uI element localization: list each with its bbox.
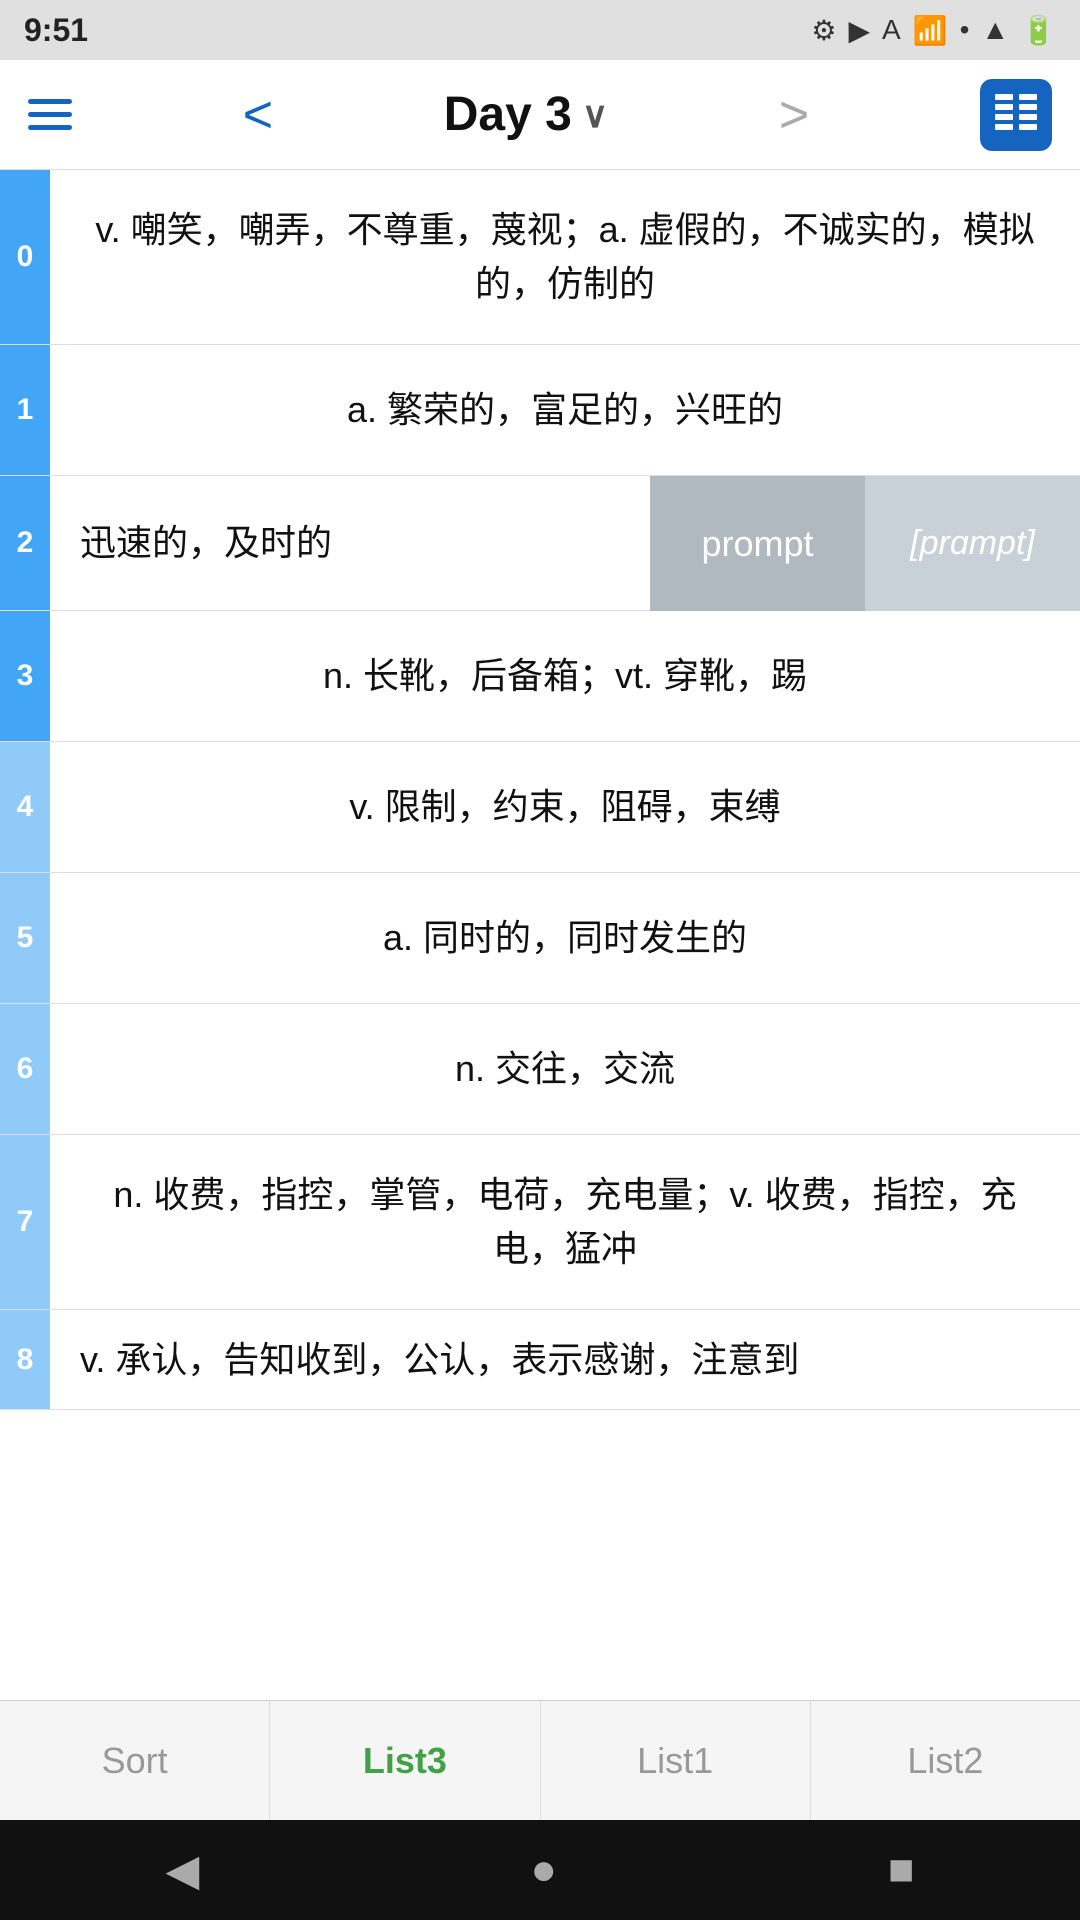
grid-view-button[interactable] bbox=[980, 79, 1052, 151]
word-row[interactable]: 2 迅速的，及时的 prompt [prɑmpt] bbox=[0, 476, 1080, 611]
popup-word-text: prompt bbox=[650, 476, 865, 611]
word-index-0: 0 bbox=[0, 170, 50, 344]
back-button[interactable]: < bbox=[243, 89, 273, 141]
signal-icon: ▲ bbox=[981, 14, 1009, 46]
word-definition-3: n. 长靴，后备箱；vt. 穿靴，踢 bbox=[50, 611, 1080, 741]
android-nav-bar: ◀ ● ■ bbox=[0, 1820, 1080, 1920]
tab-list3[interactable]: List3 bbox=[270, 1701, 540, 1820]
nav-bar: < Day 3 ∨ > bbox=[0, 60, 1080, 170]
word-index-5: 5 bbox=[0, 873, 50, 1003]
word-definition-7: n. 收费，指控，掌管，电荷，充电量；v. 收费，指控，充电，猛冲 bbox=[50, 1135, 1080, 1309]
tab-list2[interactable]: List2 bbox=[811, 1701, 1080, 1820]
tab-bar: Sort List3 List1 List2 bbox=[0, 1700, 1080, 1820]
font-icon: A bbox=[882, 14, 901, 46]
word-definition-6: n. 交往，交流 bbox=[50, 1004, 1080, 1134]
word-definition-4: v. 限制，约束，阻碍，束缚 bbox=[50, 742, 1080, 872]
word-index-4: 4 bbox=[0, 742, 50, 872]
play-icon: ▶ bbox=[848, 14, 870, 47]
word-popup[interactable]: prompt [prɑmpt] bbox=[650, 476, 1080, 611]
tab-list1[interactable]: List1 bbox=[541, 1701, 811, 1820]
word-row[interactable]: 4 v. 限制，约束，阻碍，束缚 bbox=[0, 742, 1080, 873]
word-row[interactable]: 5 a. 同时的，同时发生的 bbox=[0, 873, 1080, 1004]
word-definition-0: v. 嘲笑，嘲弄，不尊重，蔑视；a. 虚假的，不诚实的，模拟的，仿制的 bbox=[50, 170, 1080, 344]
word-row[interactable]: 1 a. 繁荣的，富足的，兴旺的 bbox=[0, 345, 1080, 476]
word-list: 0 v. 嘲笑，嘲弄，不尊重，蔑视；a. 虚假的，不诚实的，模拟的，仿制的 1 … bbox=[0, 170, 1080, 1700]
status-time: 9:51 bbox=[24, 12, 88, 49]
chevron-down-icon: ∨ bbox=[582, 94, 608, 136]
menu-button[interactable] bbox=[28, 99, 72, 130]
word-definition-5: a. 同时的，同时发生的 bbox=[50, 873, 1080, 1003]
word-definition-8: v. 承认，告知收到，公认，表示感谢，注意到 bbox=[50, 1310, 1080, 1409]
android-recent-button[interactable]: ■ bbox=[888, 1845, 915, 1895]
word-index-6: 6 bbox=[0, 1004, 50, 1134]
word-index-1: 1 bbox=[0, 345, 50, 475]
word-row[interactable]: 6 n. 交往，交流 bbox=[0, 1004, 1080, 1135]
dot-icon: • bbox=[960, 14, 970, 46]
word-index-2: 2 bbox=[0, 476, 50, 610]
word-index-7: 7 bbox=[0, 1135, 50, 1309]
battery-icon: 🔋 bbox=[1021, 14, 1056, 47]
day-title-text: Day 3 bbox=[444, 87, 572, 142]
day-title[interactable]: Day 3 ∨ bbox=[444, 87, 608, 142]
word-row-partial[interactable]: 8 v. 承认，告知收到，公认，表示感谢，注意到 bbox=[0, 1310, 1080, 1410]
word-row[interactable]: 0 v. 嘲笑，嘲弄，不尊重，蔑视；a. 虚假的，不诚实的，模拟的，仿制的 bbox=[0, 170, 1080, 345]
wifi-icon: 📶 bbox=[913, 14, 948, 47]
settings-icon: ⚙ bbox=[811, 14, 836, 47]
status-bar: 9:51 ⚙ ▶ A 📶 • ▲ 🔋 bbox=[0, 0, 1080, 60]
word-row[interactable]: 3 n. 长靴，后备箱；vt. 穿靴，踢 bbox=[0, 611, 1080, 742]
word-definition-1: a. 繁荣的，富足的，兴旺的 bbox=[50, 345, 1080, 475]
android-back-button[interactable]: ◀ bbox=[166, 1845, 200, 1896]
word-index-8: 8 bbox=[0, 1310, 50, 1409]
android-home-button[interactable]: ● bbox=[530, 1845, 557, 1895]
status-icons: ⚙ ▶ A 📶 • ▲ 🔋 bbox=[811, 14, 1056, 47]
forward-button[interactable]: > bbox=[779, 85, 809, 145]
word-index-3: 3 bbox=[0, 611, 50, 741]
popup-phonetic-text: [prɑmpt] bbox=[865, 476, 1080, 611]
tab-sort[interactable]: Sort bbox=[0, 1701, 270, 1820]
word-row[interactable]: 7 n. 收费，指控，掌管，电荷，充电量；v. 收费，指控，充电，猛冲 bbox=[0, 1135, 1080, 1310]
